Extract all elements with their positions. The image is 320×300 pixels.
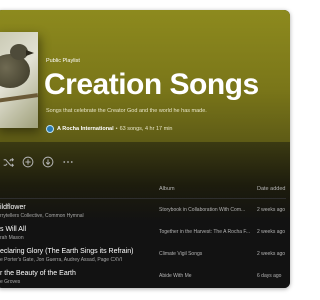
spotify-window: Public Playlist Creation Songs Songs tha… (0, 10, 290, 288)
playlist-meta: A Rocha International • 63 songs, 4 hr 1… (46, 125, 172, 133)
track-title[interactable]: r the Beauty of the Earth (0, 270, 76, 277)
track-title[interactable]: s Will All (0, 226, 26, 233)
track-album[interactable]: Climate Vigil Songs (159, 251, 251, 257)
download-button[interactable] (42, 156, 54, 168)
track-row[interactable]: r the Beauty of the Earth e Groves Abide… (0, 270, 290, 288)
playlist-title[interactable]: Creation Songs (44, 68, 259, 102)
action-bar-area: Album Date added ildflower rrytellers Co… (0, 142, 290, 288)
more-icon (63, 161, 73, 163)
track-date-added: 2 weeks ago (257, 251, 286, 257)
track-date-added: 2 weeks ago (257, 207, 286, 213)
column-album[interactable]: Album (159, 186, 175, 192)
playlist-header: Public Playlist Creation Songs Songs tha… (0, 10, 290, 142)
more-options-button[interactable] (62, 156, 74, 168)
track-row[interactable]: eclaring Glory (The Earth Sings its Refr… (0, 248, 290, 268)
cover-bird-beak (26, 50, 34, 56)
column-date-added[interactable]: Date added (257, 186, 285, 192)
shuffle-button[interactable] (2, 156, 14, 168)
track-title[interactable]: ildflower (0, 204, 26, 211)
playlist-cover-image[interactable] (0, 32, 38, 128)
meta-separator: • (115, 126, 118, 132)
add-to-library-button[interactable] (22, 156, 34, 168)
track-artist[interactable]: e Groves (0, 279, 20, 285)
track-date-added: 2 weeks ago (257, 229, 286, 235)
track-date-added: 6 days ago (257, 273, 282, 279)
add-circle-icon (22, 156, 34, 168)
track-album[interactable]: Together in the Harvest: The A Rocha F..… (159, 229, 251, 235)
track-artist[interactable]: rah Mason (0, 235, 24, 241)
track-album[interactable]: Abide With Me (159, 273, 251, 279)
track-artist[interactable]: e Porter's Gate, Jon Guerra, Audrey Assa… (0, 257, 122, 263)
cover-branch (0, 93, 38, 103)
playlist-description: Songs that celebrate the Creator God and… (46, 108, 207, 114)
track-row[interactable]: ildflower rrytellers Collective, Common … (0, 204, 290, 224)
shuffle-icon (3, 157, 14, 167)
playlist-kind: Public Playlist (46, 58, 80, 64)
playlist-stats: 63 songs, 4 hr 17 min (119, 126, 173, 132)
track-artist[interactable]: rrytellers Collective, Common Hymnal (0, 213, 84, 219)
download-icon (42, 156, 54, 168)
track-title[interactable]: eclaring Glory (The Earth Sings its Refr… (0, 248, 133, 255)
track-album[interactable]: Storybook in Collaboration With Com... (159, 207, 251, 213)
owner-avatar[interactable] (46, 125, 54, 133)
track-list-header: Album Date added (0, 186, 290, 196)
track-row[interactable]: s Will All rah Mason Together in the Har… (0, 226, 290, 246)
owner-link[interactable]: A Rocha International (57, 126, 114, 132)
action-bar (2, 156, 74, 168)
header-divider (0, 198, 286, 199)
